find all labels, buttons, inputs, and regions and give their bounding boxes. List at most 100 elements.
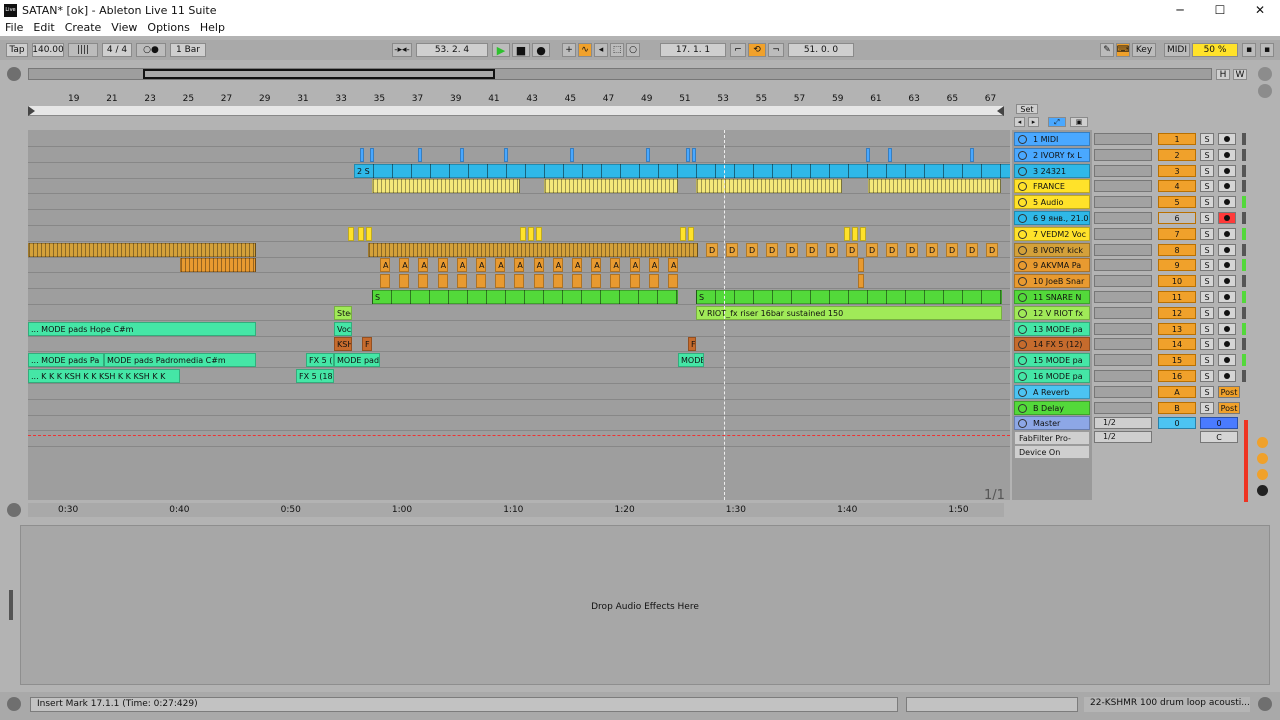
pad-clip[interactable] [180,258,256,273]
midi-clip[interactable] [360,147,364,162]
midi-clip[interactable] [370,147,374,162]
midi-clip[interactable] [888,147,892,162]
draw-mode-icon[interactable]: ✎ [1100,43,1114,57]
track-fold-icon[interactable] [1018,198,1027,208]
solo-button[interactable]: S [1200,354,1214,367]
play-icon[interactable]: ▶ [492,43,510,57]
drum-clip[interactable]: D [906,242,918,257]
solo-button[interactable]: S [1200,306,1214,319]
pad-clip[interactable]: A [437,258,448,273]
track-volume-slider[interactable] [1094,148,1152,161]
maximize-button[interactable]: ☐ [1200,0,1240,20]
track-volume-slider[interactable] [1094,212,1152,224]
track-fold-icon[interactable] [1018,135,1027,144]
solo-button[interactable]: S [1200,180,1214,193]
track-lane[interactable] [28,384,1010,400]
session-record-icon[interactable]: ○ [626,43,640,57]
pad-clip[interactable]: A [648,258,659,273]
fx-clip[interactable]: FX 5 ( [306,353,334,368]
track-activator-button[interactable]: 5 [1158,196,1196,209]
arm-record-button[interactable] [1218,322,1236,335]
loop-switch-icon[interactable]: ⟲ [748,43,766,57]
track-fold-icon[interactable] [1018,245,1027,255]
track-volume-slider[interactable] [1094,370,1152,382]
beat-time-ruler[interactable]: 19 21 23 25 27 29 31 33 35 37 39 41 43 45 47 49 51 53 55 57… [28,92,1004,106]
solo-button[interactable]: S [1200,243,1214,256]
pads-clip[interactable]: MODE pad [334,353,380,368]
solo-button[interactable]: S [1200,259,1214,272]
kick-clip[interactable] [368,242,698,257]
pads-clip[interactable]: MODE [678,353,704,368]
snare-clip[interactable] [591,274,602,289]
track-volume-slider[interactable] [1094,243,1152,256]
track-volume-slider[interactable] [1094,354,1152,367]
automation-mode-icon[interactable]: ⤢ [1048,117,1066,127]
device-on-selector[interactable]: Device On [1014,445,1090,460]
post-fader-button[interactable]: Post [1218,385,1240,398]
drum-clip[interactable]: D [846,242,858,257]
pad-clip[interactable]: A [533,258,544,273]
track-volume-slider[interactable] [1094,275,1152,288]
solo-button[interactable]: S [1200,401,1214,414]
drum-clip[interactable]: D [966,242,978,257]
track-volume-slider[interactable] [1094,196,1152,209]
track-header[interactable]: 9 AKVMA Pa [1014,258,1090,273]
track-activator-button[interactable]: 16 [1158,370,1196,382]
loop-start-marker-icon[interactable] [28,106,35,116]
kick-clip[interactable] [28,242,256,257]
midi-clip[interactable] [686,147,690,162]
plugin-selector[interactable]: FabFilter Pro- [1014,431,1090,446]
master-output-routing[interactable]: 1/2 [1094,417,1152,430]
track-volume-slider[interactable] [1094,259,1152,272]
status-expand-icon[interactable] [1258,697,1272,711]
snare-clip[interactable]: S [696,290,1002,304]
menu-view[interactable]: View [106,20,142,36]
pad-clip[interactable]: A [629,258,640,273]
audio-clip[interactable]: 2 S [354,163,1010,178]
track-lane[interactable]: AAAAAAAAAAAAAAAA [28,257,1010,274]
return-overview-icon[interactable] [1257,453,1268,464]
track-activator-button[interactable]: 9 [1158,259,1196,272]
cue-mode-button[interactable]: C [1200,431,1238,444]
solo-button[interactable]: S [1200,164,1214,177]
device-view[interactable]: Drop Audio Effects Here [20,525,1270,685]
arm-record-button[interactable] [1218,196,1236,209]
prev-locator-icon[interactable]: ◂ [1014,117,1025,127]
follow-button[interactable]: -▸◂- [392,43,412,57]
track-volume-slider[interactable] [1094,180,1152,193]
vocal-clip[interactable] [852,226,858,241]
track-fold-icon[interactable] [1018,166,1027,176]
snare-clip[interactable] [437,274,448,289]
track-fold-icon[interactable] [1018,340,1027,350]
track-lane[interactable]: SS [28,289,1010,305]
snare-clip[interactable] [456,274,467,289]
vocal-clip[interactable] [680,226,686,241]
track-activator-button[interactable]: 1 [1158,133,1196,145]
snare-clip[interactable] [514,274,525,289]
track-fold-icon[interactable] [1018,293,1027,302]
io-toggle-icon[interactable] [1258,67,1272,81]
nudge-buttons[interactable]: |||| [68,43,98,57]
solo-button[interactable]: S [1200,322,1214,335]
track-fold-icon[interactable] [1018,277,1027,287]
vocal-clip[interactable] [366,226,372,241]
track-lane[interactable] [28,400,1010,416]
arm-record-button[interactable] [1218,164,1236,177]
cue-overview-icon[interactable] [1257,485,1268,496]
drum-clip[interactable]: D [706,242,718,257]
drum-clip[interactable]: D [886,242,898,257]
track-header[interactable]: A Reverb [1014,384,1090,399]
time-ruler[interactable]: 0:30 0:40 0:50 1:00 1:10 1:20 1:30 1:40 1:50 [28,503,1004,517]
track-fold-icon[interactable] [1018,324,1027,334]
arm-record-button[interactable] [1218,306,1236,319]
drum-clip[interactable]: D [766,242,778,257]
track-activator-button[interactable]: 7 [1158,227,1196,240]
fx-clip[interactable]: F [362,337,372,352]
track-activator-button[interactable]: 2 [1158,148,1196,161]
solo-button[interactable]: S [1200,133,1214,145]
minimize-button[interactable]: ─ [1160,0,1200,20]
snare-clip[interactable]: S [372,290,678,304]
vocal-clip[interactable] [358,226,364,241]
stop-icon[interactable]: ■ [512,43,530,57]
arm-record-button[interactable] [1218,291,1236,303]
